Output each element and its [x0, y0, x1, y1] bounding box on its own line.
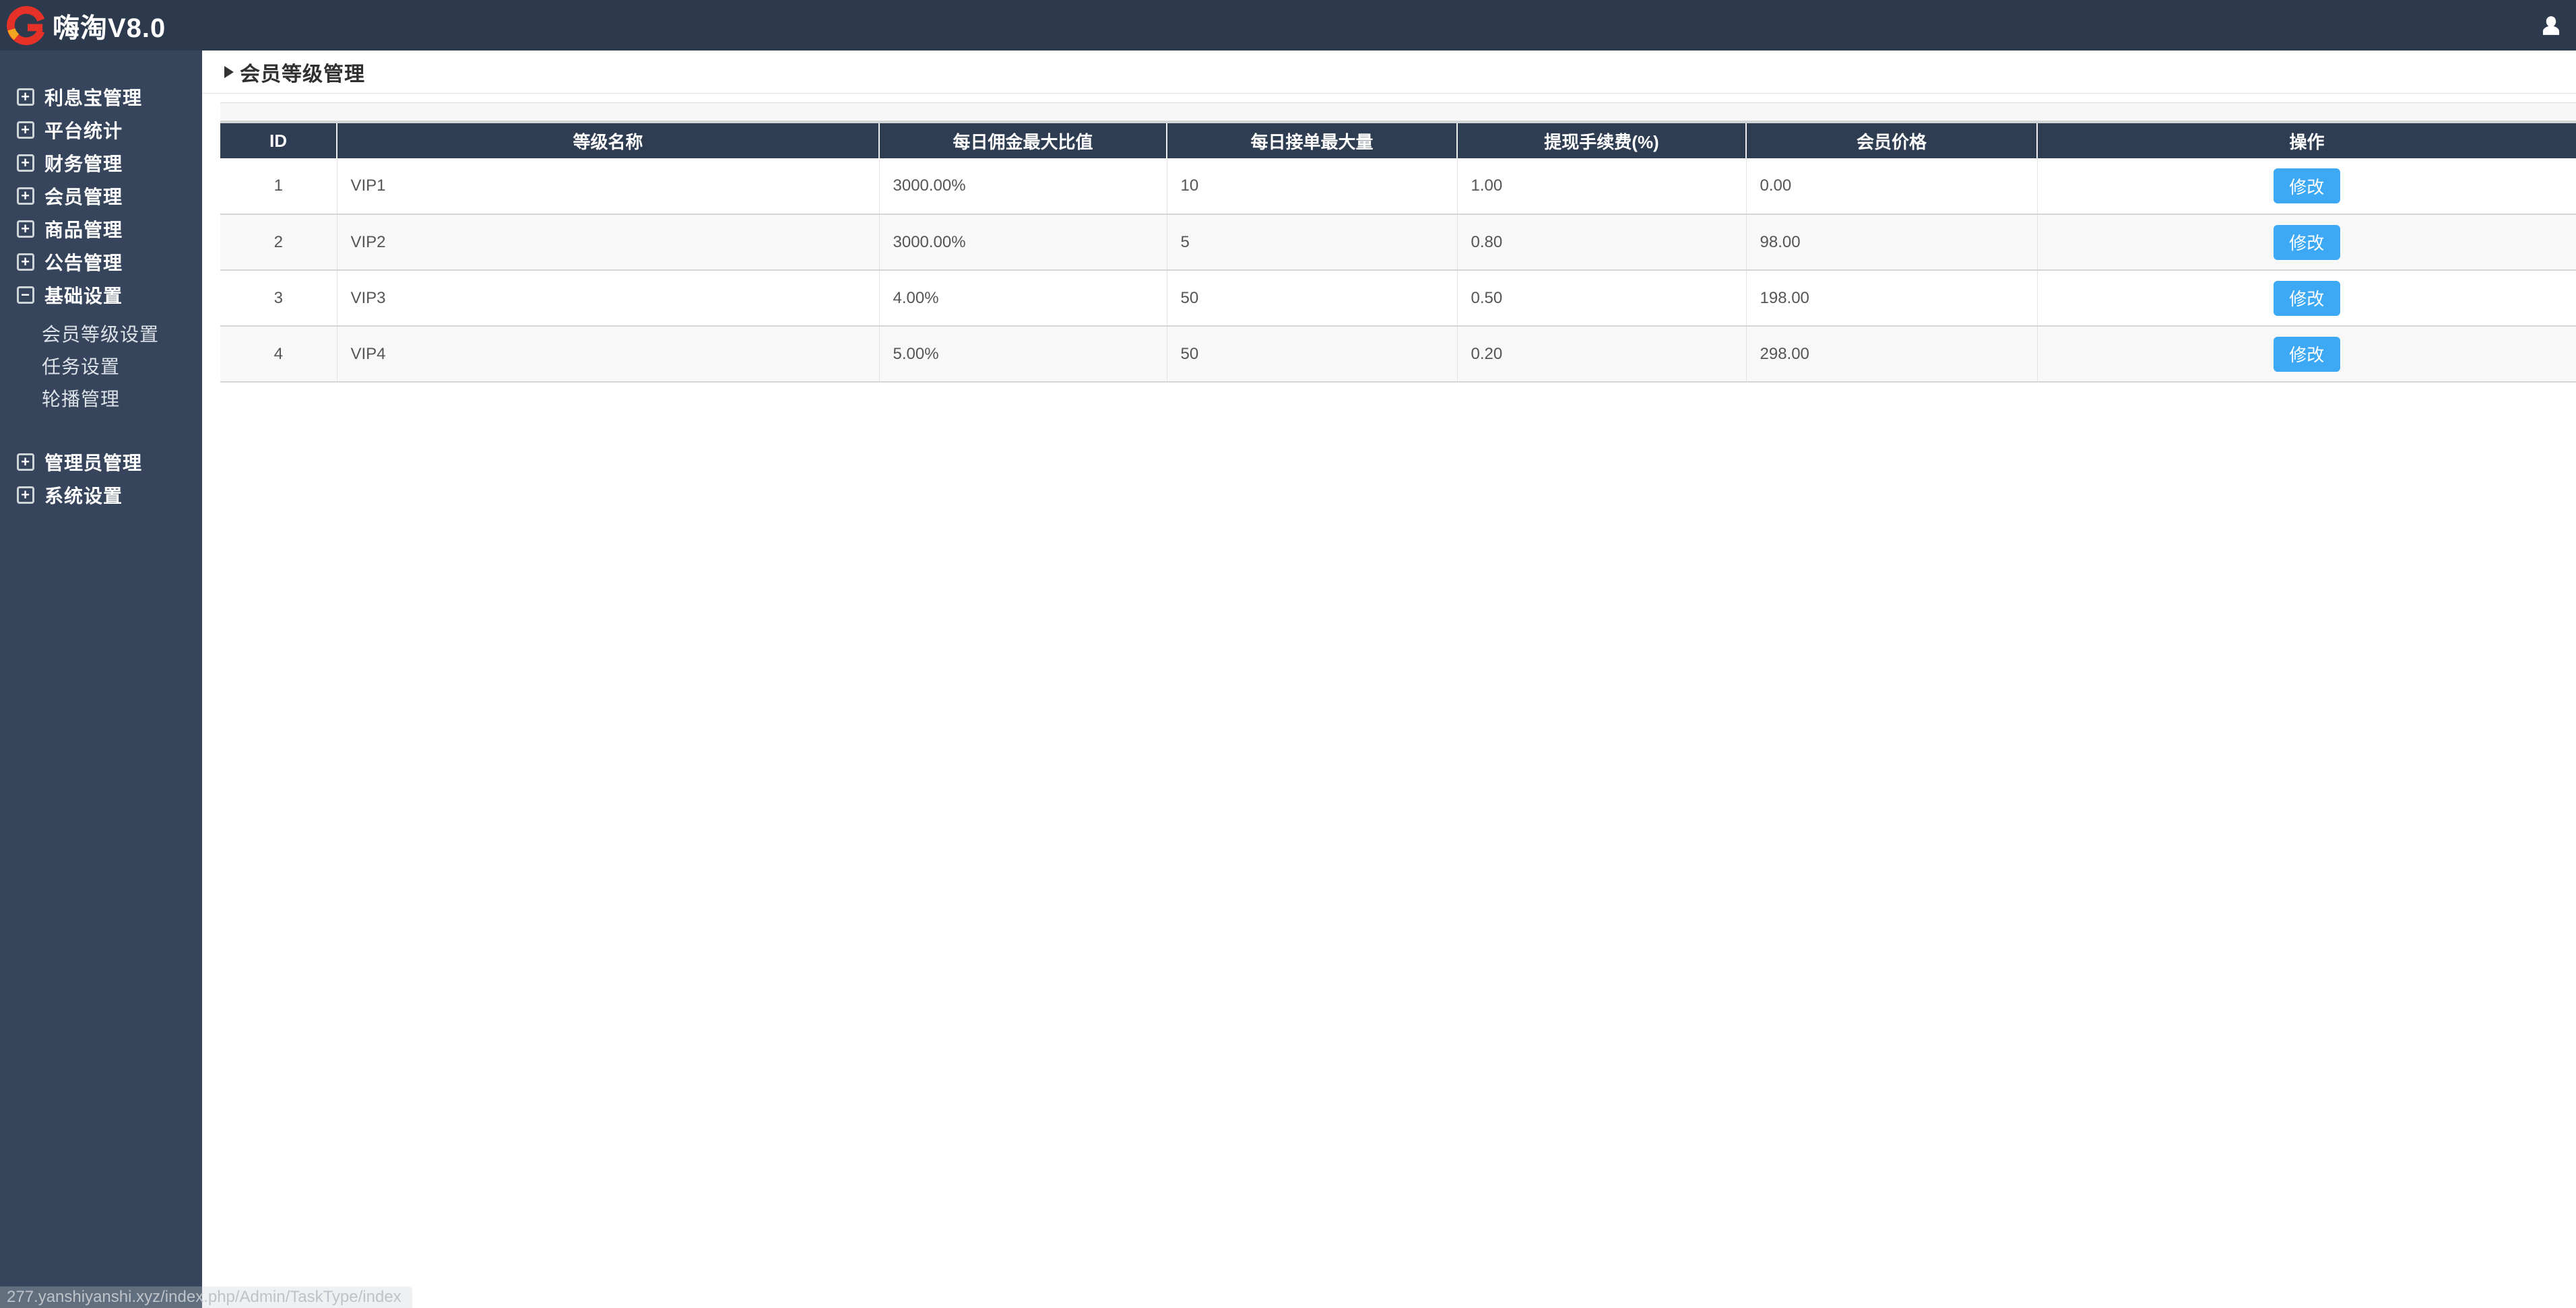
cell-commission: 3000.00%	[879, 214, 1167, 271]
table-toolbar	[220, 102, 2576, 123]
sidebar-item-label: 平台统计	[44, 120, 123, 141]
cell-level-name: VIP1	[337, 158, 880, 215]
cell-level-name: VIP2	[337, 214, 880, 271]
expand-plus-icon[interactable]: +	[17, 253, 34, 271]
cell-max-orders: 50	[1167, 270, 1458, 327]
sidebar-item-gonggao-guanli[interactable]: + 公告管理	[0, 245, 202, 278]
collapse-minus-icon[interactable]: −	[17, 286, 34, 304]
app-title: 嗨淘V8.0	[53, 13, 166, 43]
cell-price: 98.00	[1746, 214, 2038, 271]
cell-commission: 5.00%	[879, 326, 1167, 383]
edit-button[interactable]: 修改	[2273, 224, 2340, 260]
main-content: 会员等级管理 ID 等级名称 每日佣金最大比值 每日接单最大量 提现手续费(%)…	[202, 51, 2576, 1308]
sidebar-item-caiwu-guanli[interactable]: + 财务管理	[0, 146, 202, 179]
sidebar-item-label: 财务管理	[44, 153, 123, 174]
expand-plus-icon[interactable]: +	[17, 121, 34, 139]
cell-withdraw-fee: 1.00	[1457, 158, 1747, 215]
cell-commission: 4.00%	[879, 270, 1167, 327]
cell-withdraw-fee: 0.50	[1457, 270, 1747, 327]
expand-plus-icon[interactable]: +	[17, 486, 34, 504]
sidebar-item-guanliyuan-guanli[interactable]: + 管理员管理	[0, 445, 202, 478]
sidebar-item-label: 公告管理	[44, 252, 123, 273]
expand-plus-icon[interactable]: +	[17, 88, 34, 106]
table-row: 4 VIP4 5.00% 50 0.20 298.00 修改	[220, 326, 2576, 383]
cell-level-name: VIP3	[337, 270, 880, 327]
sidebar-item-jichu-shezhi[interactable]: − 基础设置	[0, 278, 202, 311]
sidebar-item-label: 商品管理	[44, 219, 123, 240]
col-header-withdraw-fee: 提现手续费(%)	[1457, 123, 1747, 158]
cell-max-orders: 10	[1167, 158, 1458, 215]
expand-plus-icon[interactable]: +	[17, 154, 34, 172]
sidebar-item-shangpin-guanli[interactable]: + 商品管理	[0, 212, 202, 245]
page-title: 会员等级管理	[240, 63, 365, 86]
table-row: 2 VIP2 3000.00% 5 0.80 98.00 修改	[220, 214, 2576, 271]
cell-actions: 修改	[2037, 270, 2576, 327]
cell-price: 298.00	[1746, 326, 2038, 383]
sidebar-subitem-huiyuan-dengji-shezhi[interactable]: 会员等级设置	[0, 317, 202, 350]
cell-withdraw-fee: 0.80	[1457, 214, 1747, 271]
sidebar: + 利息宝管理 + 平台统计 + 财务管理 + 会员管理 + 商品管理 + 公告…	[0, 51, 202, 1308]
cell-price: 198.00	[1746, 270, 2038, 327]
link-preview-tooltip: 277.yanshiyanshi.xyz/index.php/Admin/Tas…	[0, 1286, 412, 1308]
table-row: 3 VIP3 4.00% 50 0.50 198.00 修改	[220, 270, 2576, 327]
cell-id: 2	[220, 214, 337, 271]
expand-plus-icon[interactable]: +	[17, 220, 34, 238]
sidebar-item-xitong-shezhi[interactable]: + 系统设置	[0, 478, 202, 511]
table-row: 1 VIP1 3000.00% 10 1.00 0.00 修改	[220, 158, 2576, 215]
sidebar-item-label: 基础设置	[44, 285, 123, 306]
sidebar-subitem-lunbo-guanli[interactable]: 轮播管理	[0, 382, 202, 414]
sidebar-item-lixibao-guanli[interactable]: + 利息宝管理	[0, 80, 202, 113]
cell-max-orders: 50	[1167, 326, 1458, 383]
breadcrumb-arrow-icon	[224, 65, 234, 78]
expand-plus-icon[interactable]: +	[17, 187, 34, 205]
expand-plus-icon[interactable]: +	[17, 453, 34, 471]
edit-button[interactable]: 修改	[2273, 168, 2340, 203]
cell-level-name: VIP4	[337, 326, 880, 383]
sidebar-submenu-container: 会员等级设置 任务设置 轮播管理	[0, 317, 202, 414]
edit-button[interactable]: 修改	[2273, 280, 2340, 316]
col-header-actions: 操作	[2037, 123, 2576, 158]
user-icon	[2542, 15, 2560, 35]
table-header-row: ID 等级名称 每日佣金最大比值 每日接单最大量 提现手续费(%) 会员价格 操…	[220, 123, 2576, 158]
cell-actions: 修改	[2037, 326, 2576, 383]
cell-max-orders: 5	[1167, 214, 1458, 271]
col-header-daily-commission-max: 每日佣金最大比值	[879, 123, 1167, 158]
table-panel: ID 等级名称 每日佣金最大比值 每日接单最大量 提现手续费(%) 会员价格 操…	[220, 102, 2576, 383]
app-logo[interactable]: 嗨淘V8.0	[7, 5, 166, 45]
user-menu-button[interactable]	[2537, 11, 2565, 40]
cell-commission: 3000.00%	[879, 158, 1167, 215]
cell-actions: 修改	[2037, 158, 2576, 215]
col-header-daily-orders-max: 每日接单最大量	[1167, 123, 1458, 158]
sidebar-submenu: 会员等级设置 任务设置 轮播管理	[0, 317, 202, 414]
col-header-member-price: 会员价格	[1746, 123, 2038, 158]
cell-withdraw-fee: 0.20	[1457, 326, 1747, 383]
col-header-id: ID	[220, 123, 337, 158]
sidebar-item-label: 会员管理	[44, 186, 123, 207]
cell-price: 0.00	[1746, 158, 2038, 215]
edit-button[interactable]: 修改	[2273, 336, 2340, 372]
col-header-level-name: 等级名称	[337, 123, 880, 158]
logo-g-icon	[7, 5, 45, 45]
page-header: 会员等级管理	[202, 51, 2576, 94]
member-levels-table: ID 等级名称 每日佣金最大比值 每日接单最大量 提现手续费(%) 会员价格 操…	[220, 123, 2576, 383]
sidebar-item-huiyuan-guanli[interactable]: + 会员管理	[0, 179, 202, 212]
sidebar-subitem-renwu-shezhi[interactable]: 任务设置	[0, 350, 202, 382]
sidebar-menu: + 利息宝管理 + 平台统计 + 财务管理 + 会员管理 + 商品管理 + 公告…	[0, 80, 202, 511]
cell-id: 1	[220, 158, 337, 215]
cell-id: 4	[220, 326, 337, 383]
sidebar-item-label: 管理员管理	[44, 452, 143, 473]
topbar: 嗨淘V8.0	[0, 0, 2576, 51]
sidebar-item-label: 系统设置	[44, 485, 123, 506]
cell-id: 3	[220, 270, 337, 327]
sidebar-item-pingtai-tongji[interactable]: + 平台统计	[0, 113, 202, 146]
cell-actions: 修改	[2037, 214, 2576, 271]
sidebar-item-label: 利息宝管理	[44, 87, 143, 108]
